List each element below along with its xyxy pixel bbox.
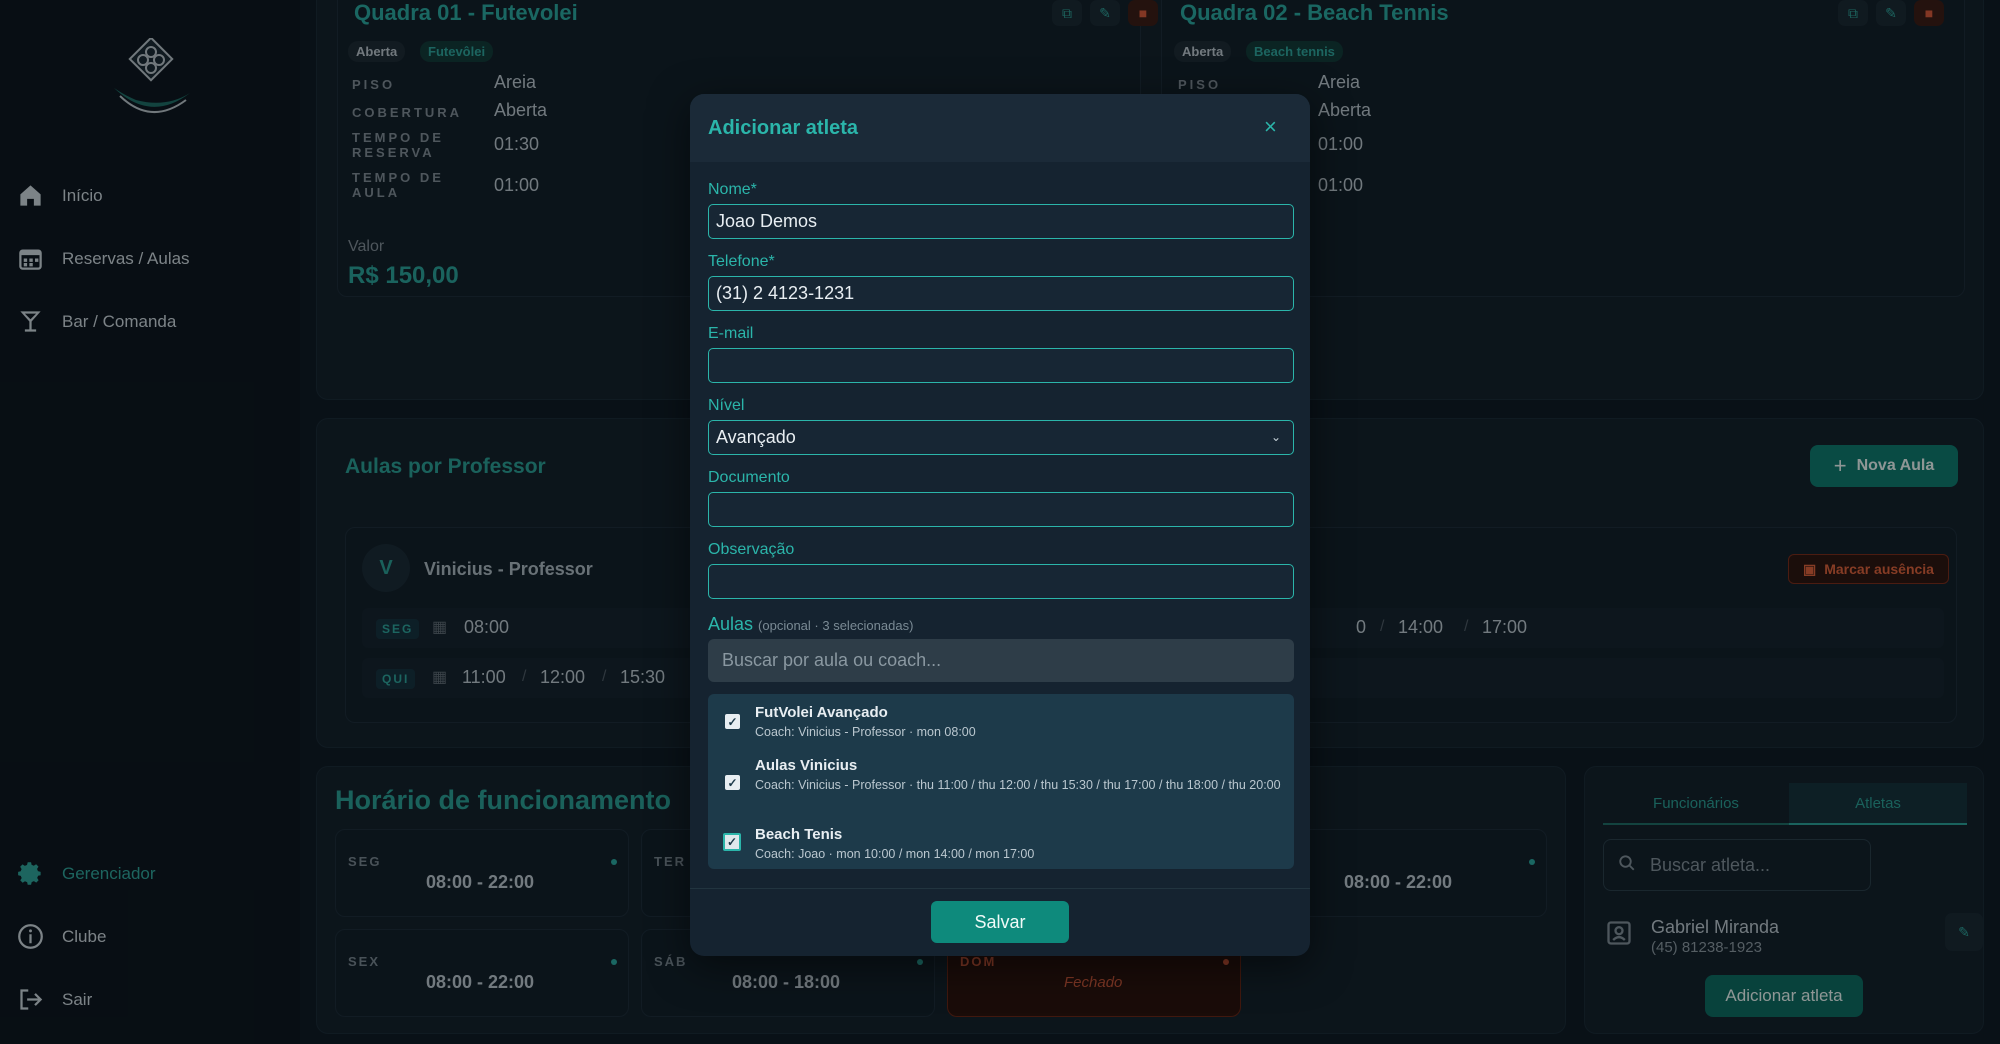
documento-input[interactable] — [708, 492, 1294, 527]
modal-header: Adicionar atleta × — [690, 94, 1310, 162]
documento-label: Documento — [708, 469, 790, 486]
aula-checkbox[interactable]: ✓ — [723, 833, 741, 851]
aula-name: Beach Tenis — [755, 826, 843, 843]
aula-name: Aulas Vinicius — [755, 757, 858, 774]
aula-name: FutVolei Avançado — [755, 704, 888, 721]
aula-search-input[interactable]: Buscar por aula ou coach... — [708, 639, 1294, 682]
app-root: Início Reservas / Aulas Bar / Comanda Ge… — [0, 0, 2000, 1044]
aulas-label: Aulas (opcional · 3 selecionadas) — [708, 614, 913, 635]
nivel-select[interactable]: Avançado ⌄ — [708, 420, 1294, 455]
chevron-down-icon: ⌄ — [1270, 430, 1281, 444]
aula-checkbox[interactable]: ✓ — [725, 714, 740, 729]
aula-meta: Coach: Vinicius - Professor · mon 08:00 — [755, 725, 976, 739]
aula-list: ✓ FutVolei Avançado Coach: Vinicius - Pr… — [708, 694, 1294, 869]
email-input[interactable] — [708, 348, 1294, 383]
aula-meta: Coach: Vinicius - Professor · thu 11:00 … — [755, 778, 1281, 792]
observacao-input[interactable] — [708, 564, 1294, 599]
add-athlete-modal: Adicionar atleta × Nome* Joao Demos Tele… — [690, 94, 1310, 956]
nivel-value: Avançado — [716, 427, 796, 447]
email-label: E-mail — [708, 325, 754, 342]
telefone-label: Telefone* — [708, 253, 775, 270]
aula-meta: Coach: Joao · mon 10:00 / mon 14:00 / mo… — [755, 847, 1035, 861]
close-modal-button[interactable]: × — [1264, 114, 1277, 140]
save-button[interactable]: Salvar — [931, 901, 1069, 943]
observacao-label: Observação — [708, 541, 795, 558]
modal-title: Adicionar atleta — [708, 117, 859, 139]
modal-footer: Salvar — [690, 888, 1310, 956]
nome-label: Nome* — [708, 181, 757, 198]
aula-checkbox[interactable]: ✓ — [725, 775, 740, 790]
telefone-input[interactable]: (31) 2 4123-1231 — [708, 276, 1294, 311]
nome-input[interactable]: Joao Demos — [708, 204, 1294, 239]
close-icon: × — [1264, 114, 1277, 139]
aulas-selection-count: (opcional · 3 selecionadas) — [758, 618, 914, 633]
aulas-title: Aulas — [708, 614, 754, 634]
nivel-label: Nível — [708, 397, 745, 414]
